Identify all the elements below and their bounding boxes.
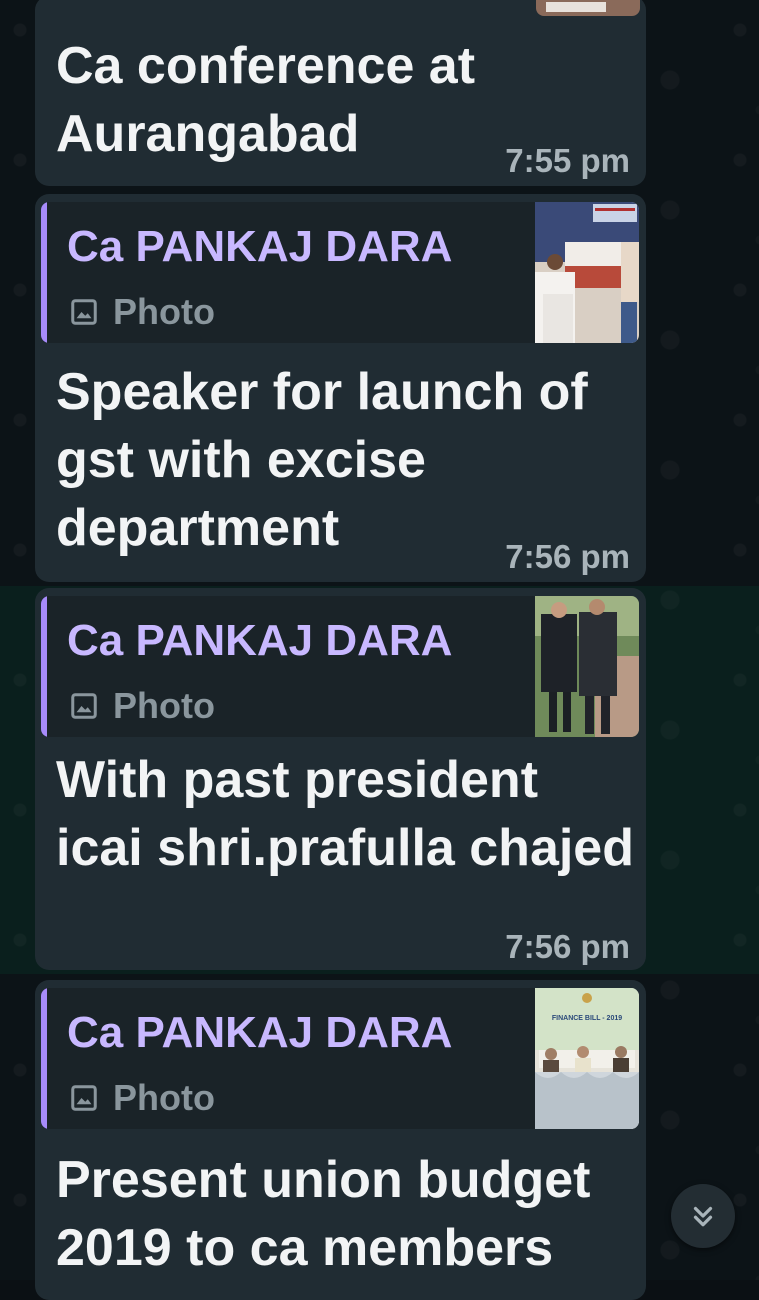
quoted-media-type: Photo xyxy=(69,290,215,334)
scroll-to-bottom-button[interactable] xyxy=(671,1184,735,1248)
message-time: 7:56 pm xyxy=(505,538,630,575)
quote-bar xyxy=(41,202,47,343)
photo-thumbnail[interactable] xyxy=(535,202,639,343)
photo-thumbnail[interactable] xyxy=(535,596,639,737)
photo-icon xyxy=(71,693,97,719)
quoted-media-type: Photo xyxy=(69,684,215,728)
quote-bar xyxy=(41,988,47,1129)
quote-bar xyxy=(41,596,47,737)
quoted-message[interactable]: Ca PANKAJ DARA Photo FINANCE BILL - 2019 xyxy=(41,988,639,1129)
quoted-media-label: Photo xyxy=(113,1077,215,1118)
message-time: 7:55 pm xyxy=(505,142,630,179)
quoted-sender-name: Ca PANKAJ DARA xyxy=(67,222,453,271)
quoted-message[interactable]: Ca PANKAJ DARA Photo xyxy=(41,202,639,343)
quoted-message[interactable]: Ca PANKAJ DARA Photo xyxy=(41,596,639,737)
message-bubble[interactable]: Ca PANKAJ DARA Photo FINANCE BILL - 2019… xyxy=(35,980,646,1300)
quoted-media-type: Photo xyxy=(69,1076,215,1120)
message-bubble[interactable]: Ca conference at Aurangabad 7:55 pm xyxy=(35,0,646,186)
message-text: Speaker for launch of gst with excise de… xyxy=(56,363,588,557)
quoted-sender-name: Ca PANKAJ DARA xyxy=(67,616,453,665)
message-time: 7:56 pm xyxy=(505,928,630,965)
message-text: With past president icai shri.prafulla c… xyxy=(56,751,634,877)
double-chevron-down-icon xyxy=(693,1206,713,1227)
photo-thumbnail[interactable]: FINANCE BILL - 2019 xyxy=(535,988,639,1129)
message-text: Present union budget 2019 to ca members xyxy=(56,1151,591,1277)
message-bubble[interactable]: Ca PANKAJ DARA Photo Speaker for launch … xyxy=(35,194,646,582)
banner-text: FINANCE BILL - 2019 xyxy=(552,1015,622,1022)
photo-thumbnail-fragment xyxy=(536,0,640,16)
quoted-media-label: Photo xyxy=(113,685,215,726)
photo-icon xyxy=(71,299,97,325)
quoted-sender-name: Ca PANKAJ DARA xyxy=(67,1008,453,1057)
quoted-media-label: Photo xyxy=(113,291,215,332)
message-bubble[interactable]: Ca PANKAJ DARA Photo With past president… xyxy=(35,588,646,970)
photo-icon xyxy=(71,1085,97,1111)
